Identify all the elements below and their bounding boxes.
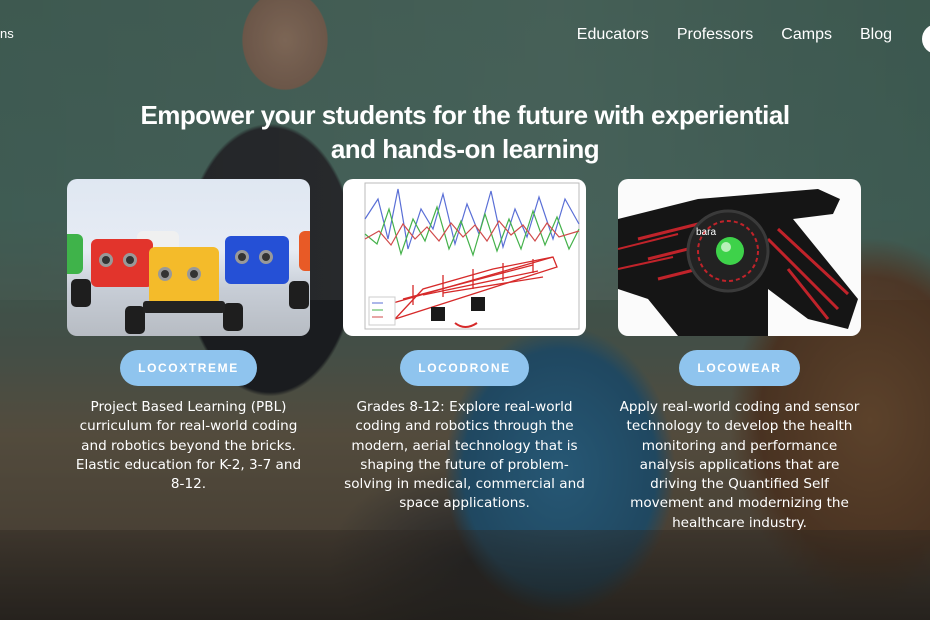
product-card-locoxtreme: LOCOXTREME Project Based Learning (PBL) … bbox=[67, 179, 310, 494]
product-card-locodrone: LOCODRONE Grades 8-12: Explore real-worl… bbox=[343, 179, 586, 514]
hero-headline-line1: Empower your students for the future wit… bbox=[140, 100, 790, 130]
top-nav: Educators Professors Camps Blog bbox=[577, 26, 892, 44]
svg-text:bara: bara bbox=[696, 227, 716, 238]
hero-headline-line2: and hands-on learning bbox=[330, 134, 600, 164]
brand-logo-fragment[interactable]: ns bbox=[0, 26, 14, 41]
locodrone-description: Grades 8-12: Explore real-world coding a… bbox=[344, 399, 585, 512]
product-card-locowear: bara LOCOWEAR Apply real-world coding an… bbox=[618, 179, 861, 533]
locodrone-button[interactable]: LOCODRONE bbox=[400, 350, 529, 386]
nav-professors[interactable]: Professors bbox=[677, 26, 753, 44]
locowear-glove-image[interactable]: bara bbox=[618, 179, 861, 336]
nav-blog[interactable]: Blog bbox=[860, 26, 892, 44]
nav-camps[interactable]: Camps bbox=[781, 26, 832, 44]
locoxtreme-description: Project Based Learning (PBL) curriculum … bbox=[75, 399, 302, 493]
locoxtreme-button[interactable]: LOCOXTREME bbox=[120, 350, 257, 386]
locowear-button[interactable]: LOCOWEAR bbox=[679, 350, 800, 386]
nav-educators[interactable]: Educators bbox=[577, 26, 649, 44]
locoxtreme-robots-image[interactable] bbox=[67, 179, 310, 336]
locodrone-chart-drone-image[interactable] bbox=[343, 179, 586, 336]
locowear-description: Apply real-world coding and sensor techn… bbox=[619, 399, 860, 531]
hero-headline: Empower your students for the future wit… bbox=[0, 98, 930, 166]
